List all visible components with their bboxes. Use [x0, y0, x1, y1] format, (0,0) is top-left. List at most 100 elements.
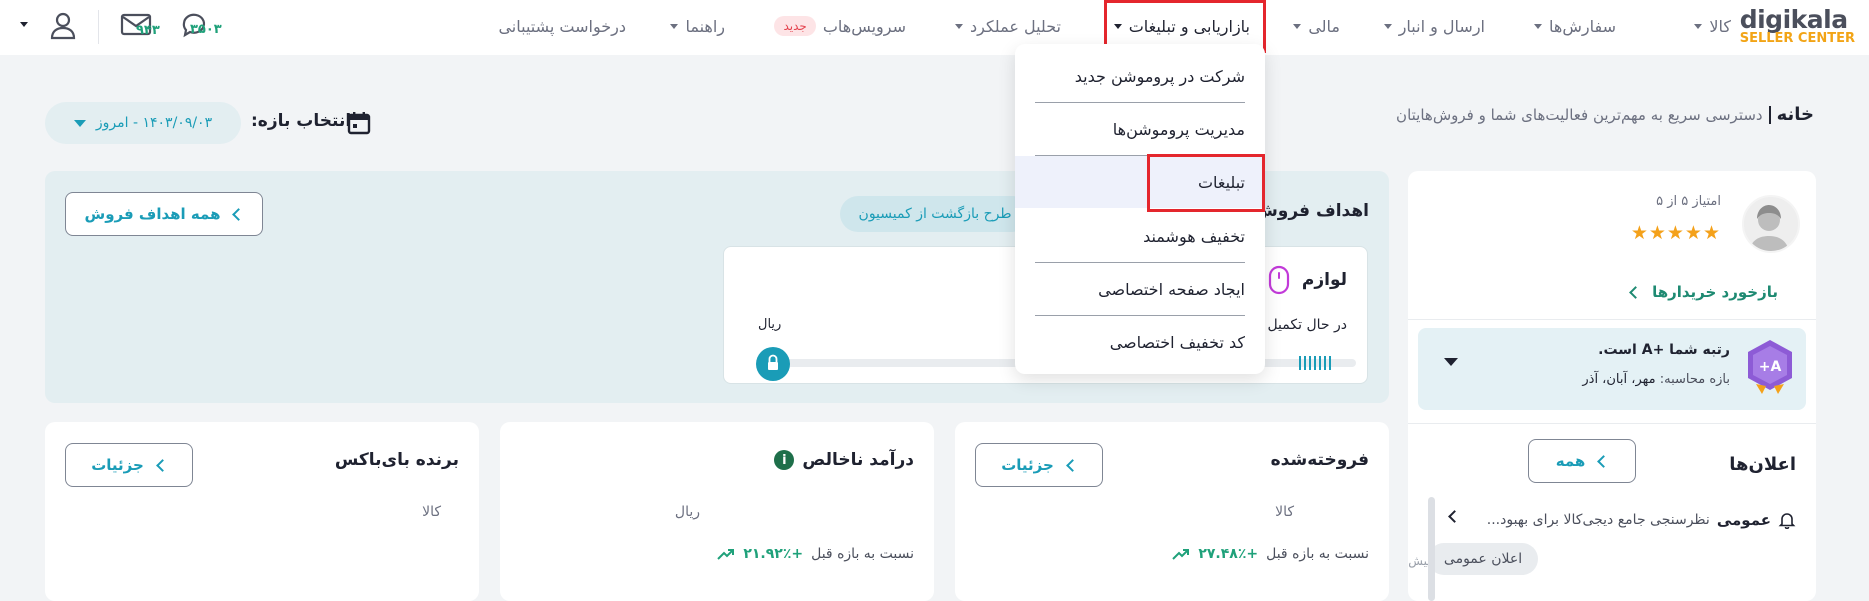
chevron-down-icon[interactable] [1444, 358, 1458, 366]
stat-title-text: فروخته‌شده [1270, 450, 1369, 470]
nav-item-guide[interactable]: راهنما [670, 12, 725, 40]
section-divider [1408, 319, 1816, 320]
goal-status: در حال تکمیل [1267, 317, 1347, 333]
logo-brand: digikala [1739, 5, 1848, 34]
nav-item-finance[interactable]: مالی [1293, 12, 1340, 40]
range-value: ۱۴۰۳/۰۹/۰۳ - امروز [95, 115, 213, 131]
title-divider [1768, 105, 1771, 124]
date-range-selector[interactable]: ۱۴۰۳/۰۹/۰۳ - امروز [45, 102, 241, 144]
button-label: همه [1555, 452, 1586, 470]
amount-unit: ریال [758, 317, 782, 332]
digikala-logo[interactable]: digikala SELLER CENTER [1740, 5, 1855, 46]
chevron-down-icon [1293, 23, 1302, 29]
nav-item-service-hub[interactable]: سرویس‌هاب جدید [774, 12, 906, 40]
stat-title: درآمد ناخالص i [774, 450, 914, 470]
menu-item-custom-page[interactable]: ایجاد صفحه اختصاصی [1015, 263, 1265, 315]
chevron-left-icon [1629, 285, 1642, 299]
bell-icon [1778, 513, 1796, 529]
announcements-title: اعلان‌ها [1729, 454, 1796, 475]
chevron-left-icon [1597, 454, 1611, 468]
buyer-feedback-link[interactable]: بازخورد خریدارها [1629, 283, 1778, 301]
nav-item-orders[interactable]: سفارش‌ها [1534, 12, 1616, 40]
mouse-icon [1268, 265, 1289, 295]
button-label: جزئیات [91, 456, 144, 474]
logo-subtitle: SELLER CENTER [1739, 31, 1855, 46]
commission-return-badge[interactable]: طرح بازگشت از کمیسیون [840, 196, 1030, 232]
stat-card-buybox-winner: برنده بای‌باکس جزئیات کالا [45, 422, 479, 601]
nav-label: درخواست پشتیبانی [498, 16, 626, 36]
goal-progress-fill [1299, 356, 1333, 370]
nav-label: تحلیل عملکرد [970, 16, 1061, 36]
sold-details-button[interactable]: جزئیات [975, 443, 1103, 487]
nav-label: کالا [1709, 16, 1731, 36]
menu-item-smart-discount[interactable]: تخفیف هوشمند [1015, 210, 1265, 262]
chevron-left-icon[interactable] [1448, 510, 1461, 523]
menu-item-label: شرکت در پروموشن جدید [1074, 66, 1245, 86]
stat-unit: ریال [674, 504, 700, 520]
seller-rank-box[interactable]: A+ رتبه شما +A است. بازه محاسبه: مهر، آب… [1418, 328, 1806, 410]
avatar [1742, 195, 1800, 253]
home-label: خانه [1776, 104, 1814, 125]
menu-item-label: تخفیف هوشمند [1143, 226, 1245, 246]
range-label: انتخاب بازه: [251, 111, 352, 131]
seller-profile-card: امتیاز ۵ از ۵ ★★★★★ بازخورد خریدارها A+ … [1408, 171, 1816, 601]
rank-title: رتبه شما +A است. [1598, 342, 1730, 358]
stat-title: فروخته‌شده [1271, 450, 1369, 470]
buybox-details-button[interactable]: جزئیات [65, 443, 193, 487]
chevron-left-icon [155, 458, 169, 472]
nav-item-shipping[interactable]: ارسال و انبار [1383, 12, 1485, 40]
announcement-text: نظرسنجی جامع دیجی‌کالا برای بهبود... [1486, 512, 1710, 528]
nav-label: سرویس‌هاب [822, 16, 906, 36]
announcement-category: عمومی [1716, 511, 1771, 529]
new-badge: جدید [774, 16, 816, 36]
link-label: بازخورد خریدارها [1652, 283, 1778, 301]
goal-name: لوازم [1268, 265, 1347, 295]
announcement-tag: اعلان عمومی [1428, 543, 1538, 575]
user-account-button[interactable] [50, 12, 76, 44]
chat-count: ۳۵۰۳ [190, 22, 222, 37]
toolbar-divider [98, 10, 99, 44]
stat-card-gross-revenue: درآمد ناخالص i ریال نسبت به بازه قبل +۲۱… [500, 422, 934, 601]
menu-item-manage-promotions[interactable]: مدیریت پروموشن‌ها [1015, 103, 1265, 155]
nav-label: راهنما [685, 16, 725, 36]
all-sales-goals-button[interactable]: همه اهداف فروش [65, 192, 263, 236]
chevron-down-icon [955, 23, 963, 29]
chevron-down-icon [670, 23, 679, 29]
chevron-down-icon [1383, 23, 1392, 29]
sales-goals-title: اهداف فروش [1254, 201, 1369, 221]
chevron-left-icon [1065, 458, 1079, 472]
menu-item-join-promotion[interactable]: شرکت در پروموشن جدید [1015, 50, 1265, 102]
nav-label: سفارش‌ها [1549, 16, 1616, 36]
menu-item-discount-code[interactable]: کد تخفیف اختصاصی [1015, 316, 1265, 368]
chevron-down-icon [20, 22, 28, 27]
button-label: جزئیات [1001, 456, 1054, 474]
top-navigation-bar: digikala SELLER CENTER کالا سفارش‌ها ارس… [0, 0, 1869, 55]
nav-item-products[interactable]: کالا [1694, 12, 1731, 40]
stat-unit: کالا [1275, 504, 1294, 520]
messages-button[interactable]: ۹۴۳ [120, 12, 160, 42]
chat-button[interactable]: ۳۵۰۳ [180, 10, 226, 46]
rating-stars: ★★★★★ [1630, 222, 1721, 244]
all-announcements-button[interactable]: همه [1528, 439, 1636, 483]
rank-period: بازه محاسبه: مهر، آبان، آذر [1582, 372, 1730, 387]
user-icon [50, 12, 76, 40]
rank-period-value: مهر، آبان، آذر [1582, 372, 1656, 387]
seller-score: امتیاز ۵ از ۵ [1656, 194, 1721, 209]
chevron-left-icon [232, 207, 246, 221]
delta-value: +۲۷.۴۸٪ [1198, 546, 1259, 562]
nav-item-analytics[interactable]: تحلیل عملکرد [955, 12, 1061, 40]
announcement-item[interactable]: عمومی نظرسنجی جامع دیجی‌کالا برای بهبود.… [1487, 511, 1796, 529]
nav-item-support[interactable]: درخواست پشتیبانی [498, 12, 626, 40]
stat-delta: نسبت به بازه قبل +۲۷.۴۸٪ [1172, 546, 1369, 562]
stat-unit: کالا [422, 504, 441, 520]
goal-category-label: لوازم [1301, 270, 1347, 290]
menu-item-label: کد تخفیف اختصاصی [1109, 332, 1245, 352]
account-menu-toggle[interactable] [20, 22, 28, 27]
info-icon[interactable]: i [774, 450, 795, 470]
scrollbar[interactable] [1428, 497, 1435, 601]
lock-icon [756, 347, 790, 381]
rank-badge-icon: A+ [1748, 340, 1792, 394]
stat-title-text: برنده بای‌باکس [334, 450, 459, 470]
marketing-dropdown-menu: شرکت در پروموشن جدید مدیریت پروموشن‌ها ت… [1015, 44, 1265, 374]
stat-title-text: درآمد ناخالص [802, 450, 914, 470]
